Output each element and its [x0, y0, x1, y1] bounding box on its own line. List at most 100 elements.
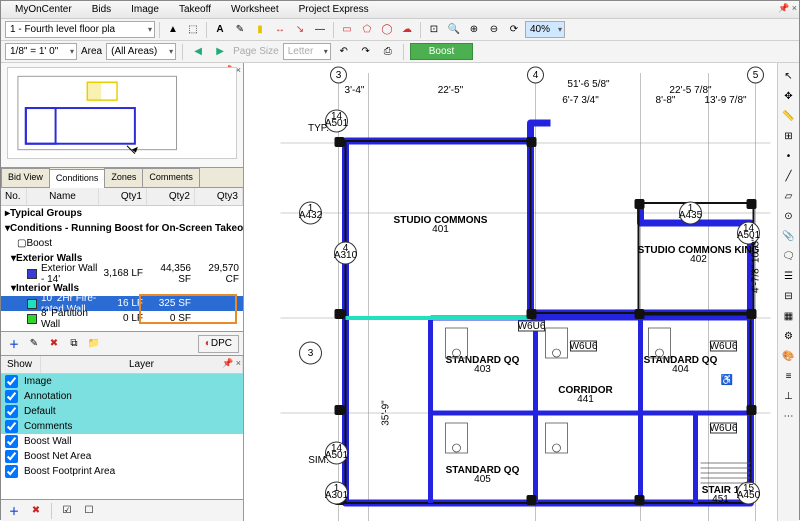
- col-no[interactable]: No.: [1, 188, 27, 205]
- add-layer-icon[interactable]: ＋: [5, 502, 23, 520]
- print-icon[interactable]: ⎙: [379, 43, 397, 61]
- layer-row[interactable]: Boost Net Area: [1, 449, 243, 464]
- linear-icon[interactable]: ╱: [780, 167, 798, 185]
- grid-icon[interactable]: ⊟: [780, 287, 798, 305]
- tab-zones[interactable]: Zones: [104, 168, 143, 187]
- layer-row[interactable]: Image: [1, 374, 243, 389]
- list-icon[interactable]: ≡: [780, 367, 798, 385]
- layer-row[interactable]: Default: [1, 404, 243, 419]
- layer-row[interactable]: Boost Wall: [1, 434, 243, 449]
- thumbnail-image[interactable]: [7, 67, 237, 159]
- next-page-icon[interactable]: ▶: [211, 43, 229, 61]
- palette-icon[interactable]: 🎨: [780, 347, 798, 365]
- conditions-tree[interactable]: ▸ Typical Groups ▾ Conditions - Running …: [1, 206, 243, 332]
- select-icon[interactable]: ↖: [780, 67, 798, 85]
- settings-icon[interactable]: ⚙: [780, 327, 798, 345]
- dimension-icon[interactable]: ↔: [271, 21, 289, 39]
- line-tool-icon[interactable]: —: [311, 21, 329, 39]
- refresh-icon[interactable]: ⟳: [505, 21, 523, 39]
- folder-icon[interactable]: 📁: [85, 335, 103, 353]
- layer-row[interactable]: Annotation: [1, 389, 243, 404]
- zoom-out-icon[interactable]: ⊖: [485, 21, 503, 39]
- group-running-boost[interactable]: Conditions - Running Boost for On-Screen…: [10, 223, 243, 234]
- layer-checkbox[interactable]: [5, 405, 18, 418]
- note-icon[interactable]: 🗨: [780, 247, 798, 265]
- layer-checkbox[interactable]: [5, 375, 18, 388]
- area-select[interactable]: (All Areas): [106, 43, 176, 60]
- item-exterior-wall[interactable]: Exterior Wall - 14': [41, 263, 99, 285]
- menu-image[interactable]: Image: [121, 2, 169, 17]
- col-show[interactable]: Show: [1, 356, 41, 373]
- item-boost[interactable]: Boost: [26, 238, 52, 249]
- layer-row[interactable]: Boost Footprint Area: [1, 464, 243, 479]
- ortho-icon[interactable]: ⊥: [780, 387, 798, 405]
- rect-tool-icon[interactable]: ▭: [338, 21, 356, 39]
- drawing-canvas[interactable]: 3 4 5 3'-4" 22'-5" 51'-6 5/8" 22'-5 7/8"…: [244, 63, 777, 521]
- add-icon[interactable]: ＋: [5, 335, 23, 353]
- col-qty3[interactable]: Qty3: [195, 188, 243, 205]
- rotate-left-icon[interactable]: ↶: [335, 43, 353, 61]
- uncheck-all-icon[interactable]: ☐: [80, 502, 98, 520]
- edit-icon[interactable]: ✎: [25, 335, 43, 353]
- zoom-window-icon[interactable]: 🔍: [445, 21, 463, 39]
- dpc-button[interactable]: ◐ DPC: [198, 335, 239, 353]
- layer-row[interactable]: Comments: [1, 419, 243, 434]
- layers-list[interactable]: ImageAnnotationDefaultCommentsBoost Wall…: [1, 374, 243, 499]
- col-qty2[interactable]: Qty2: [147, 188, 195, 205]
- more-icon[interactable]: ⋯: [780, 407, 798, 425]
- col-name[interactable]: Name: [27, 188, 99, 205]
- layer-checkbox[interactable]: [5, 420, 18, 433]
- menu-takeoff[interactable]: Takeoff: [169, 2, 221, 17]
- item-partition-wall[interactable]: 8' Partition Wall: [41, 308, 99, 330]
- boost-button[interactable]: Boost: [410, 43, 474, 60]
- pin-icon[interactable]: 📌 ×: [222, 358, 241, 369]
- pagesize-select[interactable]: Letter: [283, 43, 331, 60]
- menu-bids[interactable]: Bids: [82, 2, 121, 17]
- zoom-fit-icon[interactable]: ⊡: [425, 21, 443, 39]
- menu-worksheet[interactable]: Worksheet: [221, 2, 289, 17]
- ellipse-tool-icon[interactable]: ◯: [378, 21, 396, 39]
- layer-checkbox[interactable]: [5, 465, 18, 478]
- layers-toolbar: ＋ ✖ ☑ ☐: [1, 499, 243, 521]
- zoom-in-icon[interactable]: ⊕: [465, 21, 483, 39]
- rotate-right-icon[interactable]: ↷: [357, 43, 375, 61]
- col-qty1[interactable]: Qty1: [99, 188, 147, 205]
- measure-icon[interactable]: 📏: [780, 107, 798, 125]
- prev-page-icon[interactable]: ◀: [189, 43, 207, 61]
- layer-checkbox[interactable]: [5, 435, 18, 448]
- menu-myoncenter[interactable]: MyOnCenter: [5, 2, 82, 17]
- delete-layer-icon[interactable]: ✖: [27, 502, 45, 520]
- tab-bid-view[interactable]: Bid View: [1, 168, 50, 187]
- highlighter-icon[interactable]: ▮: [251, 21, 269, 39]
- pan-icon[interactable]: ✥: [780, 87, 798, 105]
- attach-icon[interactable]: 📎: [780, 227, 798, 245]
- snap-icon[interactable]: ⊞: [780, 127, 798, 145]
- polygon-tool-icon[interactable]: ⬠: [358, 21, 376, 39]
- cloud-tool-icon[interactable]: ☁: [398, 21, 416, 39]
- zoom-select[interactable]: 40%: [525, 21, 565, 38]
- col-layer[interactable]: Layer: [41, 356, 243, 373]
- arrow-tool-icon[interactable]: ↘: [291, 21, 309, 39]
- delete-icon[interactable]: ✖: [45, 335, 63, 353]
- layer-checkbox[interactable]: [5, 450, 18, 463]
- area-icon[interactable]: ▱: [780, 187, 798, 205]
- layers-icon[interactable]: ☰: [780, 267, 798, 285]
- pin-icon[interactable]: 📌 ×: [778, 3, 797, 14]
- menu-project-express[interactable]: Project Express: [289, 2, 379, 17]
- check-all-icon[interactable]: ☑: [58, 502, 76, 520]
- tab-comments[interactable]: Comments: [142, 168, 200, 187]
- pencil-icon[interactable]: ✎: [231, 21, 249, 39]
- copy-icon[interactable]: ⧉: [65, 335, 83, 353]
- count-icon[interactable]: ⊙: [780, 207, 798, 225]
- select-tool-icon[interactable]: ⬚: [184, 21, 202, 39]
- plan-select[interactable]: 1 - Fourth level floor pla: [5, 21, 155, 38]
- text-tool-icon[interactable]: A: [211, 21, 229, 39]
- scale-select[interactable]: 1/8" = 1' 0": [5, 43, 77, 60]
- cursor-icon[interactable]: ▲: [164, 21, 182, 39]
- point-icon[interactable]: •: [780, 147, 798, 165]
- tab-conditions[interactable]: Conditions: [49, 169, 106, 188]
- toolbar-secondary: 1/8" = 1' 0" Area (All Areas) ◀ ▶ Page S…: [1, 41, 799, 63]
- layer-checkbox[interactable]: [5, 390, 18, 403]
- grid2-icon[interactable]: ▦: [780, 307, 798, 325]
- group-typical[interactable]: Typical Groups: [10, 208, 82, 219]
